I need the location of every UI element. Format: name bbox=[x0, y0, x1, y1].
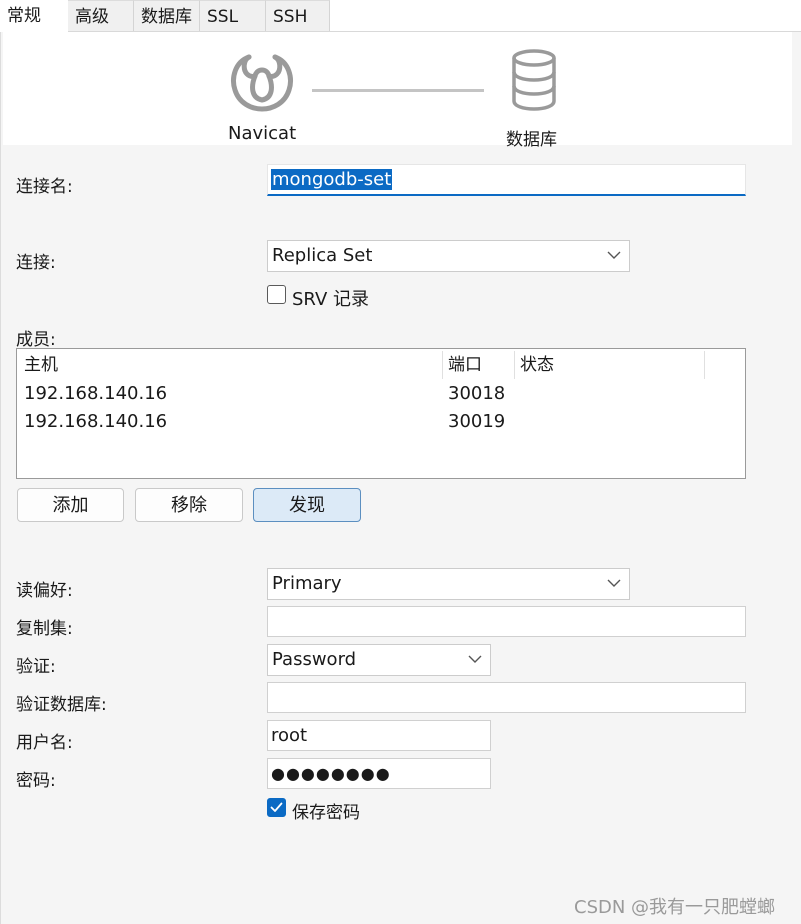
members-label: 成员: bbox=[16, 330, 56, 350]
column-header-port[interactable]: 端口 bbox=[442, 349, 514, 380]
server-label: 数据库 bbox=[506, 130, 557, 150]
watermark: CSDN @我有一只肥螳螂 bbox=[574, 897, 776, 918]
column-divider bbox=[704, 351, 705, 379]
username-input[interactable]: root bbox=[267, 720, 491, 751]
srv-record-label: SRV 记录 bbox=[292, 289, 369, 310]
tab-bar: 常规 高级 数据库 SSL SSH bbox=[0, 0, 801, 32]
members-list[interactable]: 主机 端口 状态 192.168.140.16 30018 192.168.14… bbox=[16, 348, 746, 479]
connection-type-select[interactable]: Replica Set bbox=[267, 240, 630, 272]
save-password-label: 保存密码 bbox=[292, 803, 360, 823]
tab-databases[interactable]: 数据库 bbox=[134, 0, 200, 31]
chevron-down-icon bbox=[607, 579, 621, 587]
replica-set-label: 复制集: bbox=[16, 619, 73, 639]
auth-database-label: 验证数据库: bbox=[16, 695, 107, 715]
auth-database-input[interactable] bbox=[267, 682, 746, 713]
member-port: 30018 bbox=[448, 383, 506, 404]
column-header-host[interactable]: 主机 bbox=[18, 349, 442, 380]
read-preference-label: 读偏好: bbox=[16, 581, 73, 601]
username-label: 用户名: bbox=[16, 733, 73, 753]
auth-label: 验证: bbox=[16, 657, 56, 677]
connection-name-label: 连接名: bbox=[16, 177, 73, 197]
connection-type-value: Replica Set bbox=[272, 245, 373, 266]
connection-line bbox=[312, 89, 484, 92]
connection-name-value: mongodb-set bbox=[271, 169, 393, 190]
checkmark-icon bbox=[270, 802, 283, 812]
password-input[interactable]: ●●●●●●●● bbox=[267, 758, 491, 789]
password-label: 密码: bbox=[16, 771, 56, 791]
auth-select[interactable]: Password bbox=[267, 644, 491, 676]
connection-banner: Navicat 数据库 bbox=[3, 32, 792, 150]
navicat-logo-icon bbox=[231, 54, 293, 112]
auth-value: Password bbox=[272, 649, 357, 670]
remove-member-button[interactable]: 移除 bbox=[135, 488, 243, 522]
table-row[interactable]: 192.168.140.16 30019 bbox=[17, 408, 745, 436]
tab-advanced[interactable]: 高级 bbox=[68, 0, 134, 31]
discover-members-button[interactable]: 发现 bbox=[253, 488, 361, 522]
chevron-down-icon bbox=[468, 655, 482, 663]
member-host: 192.168.140.16 bbox=[24, 411, 168, 432]
tab-general[interactable]: 常规 bbox=[0, 0, 68, 32]
chevron-down-icon bbox=[607, 251, 621, 259]
srv-record-checkbox[interactable] bbox=[267, 285, 286, 304]
member-host: 192.168.140.16 bbox=[24, 383, 168, 404]
member-port: 30019 bbox=[448, 411, 506, 432]
table-row[interactable]: 192.168.140.16 30018 bbox=[17, 380, 745, 408]
column-header-status[interactable]: 状态 bbox=[514, 349, 704, 380]
save-password-checkbox[interactable] bbox=[267, 798, 286, 817]
tab-ssh[interactable]: SSH bbox=[266, 0, 330, 31]
replica-set-input[interactable] bbox=[267, 606, 746, 637]
read-preference-value: Primary bbox=[272, 573, 342, 594]
connection-type-label: 连接: bbox=[16, 253, 56, 273]
tab-ssl[interactable]: SSL bbox=[200, 0, 266, 31]
connection-name-input[interactable]: mongodb-set bbox=[267, 164, 746, 196]
add-member-button[interactable]: 添加 bbox=[17, 488, 124, 522]
connection-dialog: { "tabs": [ {"label": "常规", "active": tr… bbox=[0, 0, 801, 924]
read-preference-select[interactable]: Primary bbox=[267, 568, 630, 600]
client-label: Navicat bbox=[228, 123, 297, 144]
database-icon bbox=[512, 49, 556, 111]
